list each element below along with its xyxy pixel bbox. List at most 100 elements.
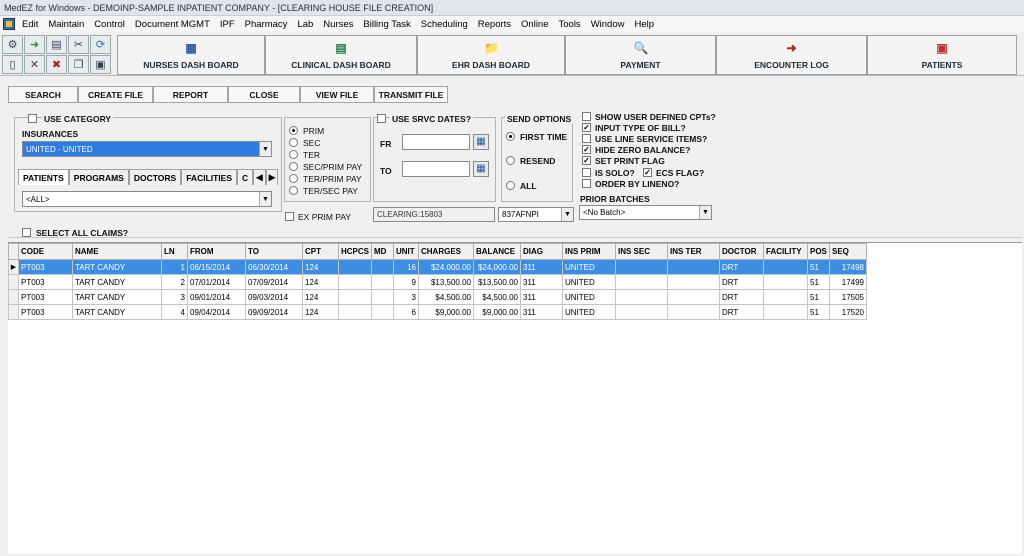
- refresh-icon[interactable]: ⟳: [90, 35, 111, 54]
- cell-charges[interactable]: $4,500.00: [418, 289, 474, 305]
- cell-seq[interactable]: 17520: [829, 304, 867, 320]
- transmit-file-button[interactable]: TRANSMIT FILE: [374, 86, 448, 103]
- forward-icon[interactable]: ➜: [24, 35, 45, 54]
- tab-scroll-left-icon[interactable]: ◀: [253, 169, 266, 185]
- cell-unit[interactable]: 6: [393, 304, 419, 320]
- cell-ln[interactable]: 3: [161, 289, 188, 305]
- cell-ins-sec[interactable]: [615, 289, 668, 305]
- table-row[interactable]: PT003 TART CANDY 4 09/04/2014 09/09/2014…: [8, 304, 867, 320]
- cell-code[interactable]: PT003: [18, 259, 73, 275]
- format-select[interactable]: 837AFNPI ▼: [498, 207, 574, 222]
- send-radio-all[interactable]: [506, 181, 515, 190]
- cell-pos[interactable]: 51: [807, 259, 830, 275]
- cell-seq[interactable]: 17498: [829, 259, 867, 275]
- menu-control[interactable]: Control: [89, 19, 130, 30]
- cell-ins-sec[interactable]: [615, 304, 668, 320]
- close-button[interactable]: CLOSE: [228, 86, 300, 103]
- payer-radio-ter[interactable]: [289, 150, 298, 159]
- delete-icon[interactable]: ✖: [46, 55, 67, 74]
- column-header-ln[interactable]: LN: [161, 243, 188, 260]
- payer-radio-ter-sec[interactable]: [289, 186, 298, 195]
- cell-from[interactable]: 07/01/2014: [187, 274, 246, 290]
- cell-doctor[interactable]: DRT: [719, 304, 764, 320]
- menu-reports[interactable]: Reports: [473, 19, 516, 30]
- column-header-charges[interactable]: CHARGES: [418, 243, 474, 260]
- report-button[interactable]: REPORT: [153, 86, 228, 103]
- document-icon[interactable]: ▤: [46, 35, 67, 54]
- cell-cpt[interactable]: 124: [302, 259, 339, 275]
- cell-md[interactable]: [371, 304, 394, 320]
- chevron-down-icon[interactable]: ▼: [699, 206, 711, 219]
- cell-ins-prim[interactable]: UNITED: [562, 289, 616, 305]
- patients-button[interactable]: ▣ PATIENTS: [867, 35, 1017, 75]
- menu-window[interactable]: Window: [586, 19, 630, 30]
- send-radio-resend[interactable]: [506, 156, 515, 165]
- cell-ln[interactable]: 4: [161, 304, 188, 320]
- cell-from[interactable]: 09/01/2014: [187, 289, 246, 305]
- tab-facilities[interactable]: FACILITIES: [181, 169, 238, 185]
- column-header-seq[interactable]: SEQ: [829, 243, 867, 260]
- cell-facility[interactable]: [763, 259, 808, 275]
- column-header-unit[interactable]: UNIT: [393, 243, 419, 260]
- tab-patients[interactable]: PATIENTS: [18, 169, 69, 185]
- cell-pos[interactable]: 51: [807, 289, 830, 305]
- cell-to[interactable]: 06/30/2014: [245, 259, 303, 275]
- cell-diag[interactable]: 311: [520, 274, 563, 290]
- cell-doctor[interactable]: DRT: [719, 274, 764, 290]
- cell-md[interactable]: [371, 274, 394, 290]
- create-file-button[interactable]: CREATE FILE: [78, 86, 153, 103]
- cell-seq[interactable]: 17505: [829, 289, 867, 305]
- menu-document-mgmt[interactable]: Document MGMT: [130, 19, 215, 30]
- payer-radio-ter-prim[interactable]: [289, 174, 298, 183]
- cell-to[interactable]: 09/09/2014: [245, 304, 303, 320]
- column-header-ins-ter[interactable]: INS TER: [667, 243, 720, 260]
- table-row[interactable]: ▶ PT003 TART CANDY 1 06/15/2014 06/30/20…: [8, 259, 867, 275]
- cell-charges[interactable]: $9,000.00: [418, 304, 474, 320]
- cell-balance[interactable]: $4,500.00: [473, 289, 521, 305]
- cell-doctor[interactable]: DRT: [719, 259, 764, 275]
- cell-name[interactable]: TART CANDY: [72, 274, 162, 290]
- cell-ins-prim[interactable]: UNITED: [562, 304, 616, 320]
- table-row[interactable]: PT003 TART CANDY 2 07/01/2014 07/09/2014…: [8, 274, 867, 290]
- ex-prim-pay-checkbox[interactable]: [285, 212, 294, 221]
- cell-charges[interactable]: $13,500.00: [418, 274, 474, 290]
- cell-unit[interactable]: 9: [393, 274, 419, 290]
- send-radio-first-time[interactable]: [506, 132, 515, 141]
- cell-balance[interactable]: $24,000.00: [473, 259, 521, 275]
- new-page-icon[interactable]: ▯: [2, 55, 23, 74]
- menu-scheduling[interactable]: Scheduling: [416, 19, 473, 30]
- from-date-input[interactable]: [402, 134, 470, 150]
- clinical-dashboard-button[interactable]: ▤ CLINICAL DASH BOARD: [265, 35, 417, 75]
- scissors-icon[interactable]: ✂: [68, 35, 89, 54]
- cell-cpt[interactable]: 124: [302, 304, 339, 320]
- nurses-dashboard-button[interactable]: ▦ NURSES DASH BOARD: [117, 35, 265, 75]
- cell-diag[interactable]: 311: [520, 259, 563, 275]
- encounter-log-button[interactable]: ➜ ENCOUNTER LOG: [716, 35, 867, 75]
- tab-more[interactable]: C: [237, 169, 254, 185]
- cell-facility[interactable]: [763, 289, 808, 305]
- column-header-balance[interactable]: BALANCE: [473, 243, 521, 260]
- paste-icon[interactable]: ▣: [90, 55, 111, 74]
- menu-billing-task[interactable]: Billing Task: [358, 19, 415, 30]
- column-header-ins-prim[interactable]: INS PRIM: [562, 243, 616, 260]
- cell-to[interactable]: 07/09/2014: [245, 274, 303, 290]
- set-print-flag-checkbox[interactable]: ✓: [582, 156, 591, 165]
- hide-zero-balance-checkbox[interactable]: ✓: [582, 145, 591, 154]
- column-header-facility[interactable]: FACILITY: [763, 243, 808, 260]
- close-icon[interactable]: ✕: [24, 55, 45, 74]
- cell-seq[interactable]: 17499: [829, 274, 867, 290]
- menu-nurses[interactable]: Nurses: [318, 19, 358, 30]
- cell-charges[interactable]: $24,000.00: [418, 259, 474, 275]
- column-header-to[interactable]: TO: [245, 243, 303, 260]
- chevron-down-icon[interactable]: ▼: [259, 142, 271, 156]
- use-srvc-dates-checkbox[interactable]: [377, 114, 386, 123]
- cell-unit[interactable]: 3: [393, 289, 419, 305]
- cell-ins-ter[interactable]: [667, 274, 720, 290]
- cell-doctor[interactable]: DRT: [719, 289, 764, 305]
- column-header-name[interactable]: NAME: [72, 243, 162, 260]
- column-header-diag[interactable]: DIAG: [520, 243, 563, 260]
- input-type-of-bill-checkbox[interactable]: ✓: [582, 123, 591, 132]
- column-header-hcpcs[interactable]: HCPCS: [338, 243, 372, 260]
- cell-balance[interactable]: $13,500.00: [473, 274, 521, 290]
- column-header-ins-sec[interactable]: INS SEC: [615, 243, 668, 260]
